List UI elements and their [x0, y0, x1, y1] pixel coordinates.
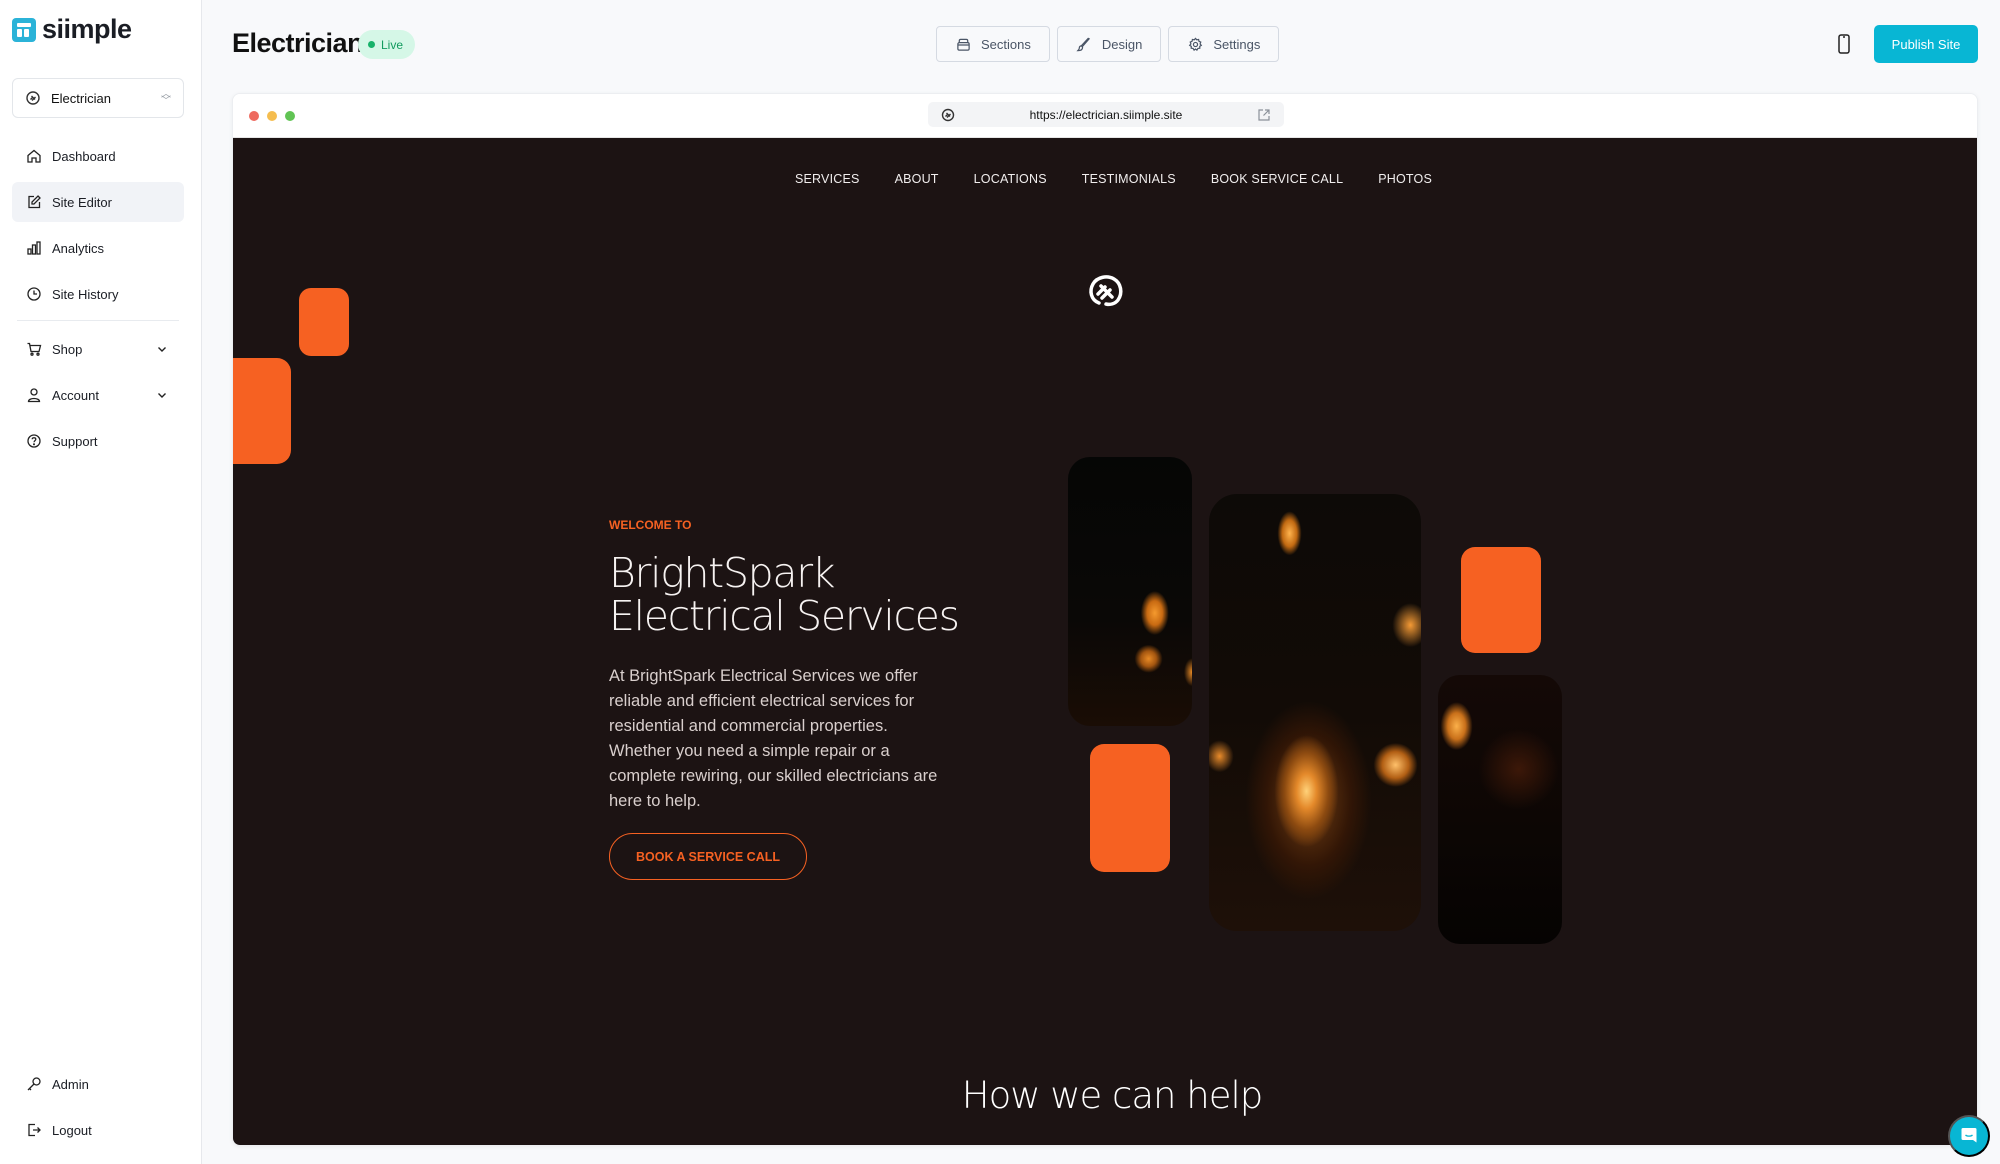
tab-label: Sections [981, 36, 1031, 52]
sidebar-item-support[interactable]: Support [12, 421, 184, 461]
user-icon [26, 387, 42, 403]
clock-icon [26, 286, 42, 302]
website-nav-about[interactable]: ABOUT [895, 172, 939, 186]
site-selector-value: Electrician [51, 90, 111, 106]
logout-icon [26, 1122, 42, 1138]
help-circle-icon [26, 433, 42, 449]
sidebar-item-label: Logout [52, 1122, 92, 1138]
hero-title: BrightSpark Electrical Services [609, 549, 960, 640]
sidebar-item-label: Dashboard [52, 148, 116, 164]
tab-label: Settings [1213, 36, 1261, 52]
website-nav-services[interactable]: SERVICES [795, 172, 860, 186]
maximize-dot-icon [285, 111, 295, 121]
url-bar[interactable]: https://electrician.siimple.site [928, 102, 1284, 127]
key-icon [26, 1076, 42, 1092]
website-nav-book-service-call[interactable]: BOOK SERVICE CALL [1211, 172, 1343, 186]
section-title-how-we-can-help: How we can help [961, 1074, 1263, 1117]
sidebar-item-label: Site Editor [52, 194, 112, 210]
layers-icon [955, 36, 971, 52]
sidebar-item-label: Site History [52, 286, 119, 302]
bar-chart-icon [26, 240, 42, 256]
plug-circle-icon [25, 90, 41, 106]
minimize-dot-icon [267, 111, 277, 121]
cart-icon [26, 341, 42, 357]
editor-tabs: Sections Design Settings [936, 26, 1280, 62]
hero-photo-lightbulb [1209, 494, 1421, 931]
decorative-block [299, 288, 349, 356]
sidebar-item-shop[interactable]: Shop [12, 329, 184, 369]
chat-icon [1959, 1125, 1979, 1148]
tab-sections[interactable]: Sections [936, 26, 1050, 62]
site-preview-window: https://electrician.siimple.site SERVICE… [232, 93, 1978, 1146]
hero-photo-bokeh-left [1068, 457, 1192, 726]
sidebar-nav: Dashboard Site Editor Analytics Site His… [12, 136, 184, 467]
tab-design[interactable]: Design [1056, 26, 1162, 62]
website-preview: SERVICES ABOUT LOCATIONS TESTIMONIALS BO… [233, 138, 1977, 1145]
sidebar-item-admin[interactable]: Admin [12, 1064, 184, 1104]
sidebar-item-label: Shop [52, 341, 83, 357]
hero-description: At BrightSpark Electrical Services we of… [609, 667, 938, 810]
site-favicon-icon [940, 107, 956, 123]
brush-icon [1076, 36, 1092, 52]
website-nav-testimonials[interactable]: TESTIMONIALS [1082, 172, 1176, 186]
decorative-block [1461, 547, 1541, 653]
sidebar-item-label: Support [52, 433, 98, 449]
page-title: Electrician [232, 28, 364, 58]
brand-logo[interactable]: siimple [12, 14, 132, 45]
publish-site-button[interactable]: Publish Site [1874, 25, 1978, 63]
mobile-icon[interactable] [1836, 33, 1852, 55]
hero-eyebrow: WELCOME TO [609, 518, 692, 532]
edit-icon [26, 194, 42, 210]
sidebar-bottom-nav: Admin Logout [12, 1064, 184, 1156]
home-icon [26, 148, 42, 164]
url-text: https://electrician.siimple.site [1029, 107, 1183, 122]
tab-settings[interactable]: Settings [1168, 26, 1280, 62]
brand-name: siimple [42, 14, 132, 44]
status-dot-icon [368, 41, 375, 48]
sidebar-item-label: Analytics [52, 240, 105, 256]
gear-icon [1187, 36, 1203, 52]
hero-photo-bokeh-right [1438, 675, 1562, 944]
sidebar-item-site-editor[interactable]: Site Editor [12, 182, 184, 222]
close-dot-icon [249, 111, 259, 121]
sidebar-divider [17, 320, 179, 321]
sidebar-item-site-history[interactable]: Site History [12, 274, 184, 314]
status-badge-label: Live [381, 37, 404, 52]
external-link-icon[interactable] [1256, 107, 1272, 123]
sidebar: siimple Electrician ︿ ﹀ Dashboard Site Ed… [0, 0, 202, 1164]
plug-logo-icon [1085, 269, 1127, 311]
chevron-down-icon[interactable] [154, 341, 170, 357]
sidebar-item-dashboard[interactable]: Dashboard [12, 136, 184, 176]
siimple-logo-icon [12, 17, 36, 42]
chat-support-button[interactable] [1948, 1115, 1990, 1157]
sidebar-item-label: Account [52, 387, 99, 403]
sidebar-item-logout[interactable]: Logout [12, 1110, 184, 1150]
window-controls [249, 111, 295, 121]
website-nav: SERVICES ABOUT LOCATIONS TESTIMONIALS BO… [233, 172, 1977, 186]
tab-label: Design [1101, 36, 1143, 52]
browser-toolbar: https://electrician.siimple.site [233, 94, 1977, 138]
sidebar-item-account[interactable]: Account [12, 375, 184, 415]
sidebar-item-analytics[interactable]: Analytics [12, 228, 184, 268]
hero-title-line-2: Electrical Services [609, 592, 960, 640]
website-nav-locations[interactable]: LOCATIONS [974, 172, 1047, 186]
website-nav-photos[interactable]: PHOTOS [1378, 172, 1432, 186]
chevron-down-icon[interactable] [154, 387, 170, 403]
decorative-block [233, 358, 291, 464]
sidebar-item-label: Admin [52, 1076, 89, 1092]
hero-title-line-1: BrightSpark [609, 549, 836, 597]
chevron-up-down-icon: ︿ ﹀ [161, 89, 171, 107]
status-badge: Live [358, 30, 416, 59]
book-service-call-button[interactable]: BOOK A SERVICE CALL [609, 833, 807, 880]
decorative-block [1090, 744, 1170, 872]
site-selector[interactable]: Electrician ︿ ﹀ [12, 78, 184, 118]
